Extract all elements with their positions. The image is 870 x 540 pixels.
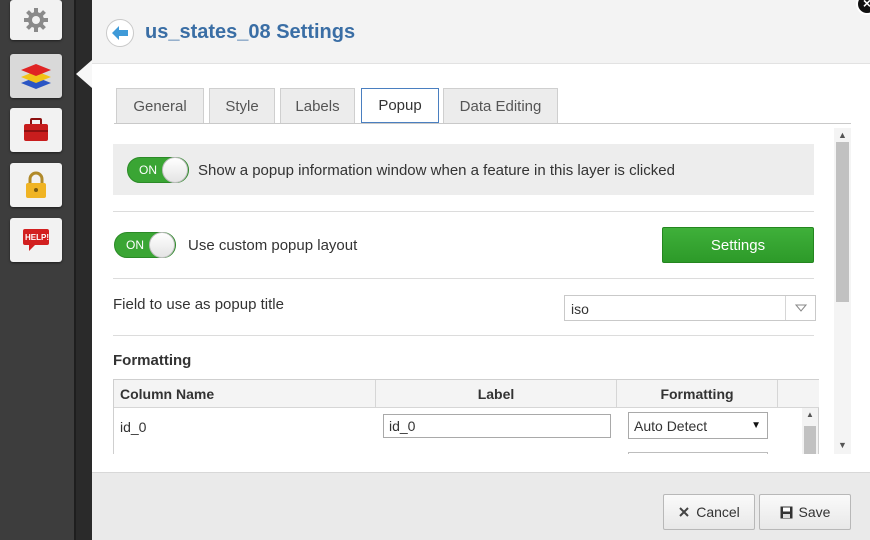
save-label: Save [798,504,831,520]
popup-settings-panel: ON Show a popup information window when … [113,128,833,454]
scroll-down-icon[interactable]: ▼ [838,440,847,450]
tab-style[interactable]: Style [209,88,275,124]
gear-icon [24,8,48,32]
save-button[interactable]: Save [759,494,851,530]
lock-icon [26,171,46,198]
cancel-label: Cancel [696,504,740,520]
row-label-input[interactable]: id_0 [383,414,611,438]
row-column-name: id_0 [120,419,147,435]
left-toolbar: HELP! [0,0,76,540]
layers-icon [21,64,51,89]
layers-tool-button[interactable] [10,54,62,98]
help-label: HELP! [25,233,49,242]
column-header-label: Label [376,380,617,408]
scroll-up-icon[interactable]: ▲ [806,410,814,419]
toolbox-icon [24,118,48,141]
back-button[interactable] [106,19,134,47]
scroll-up-icon[interactable]: ▲ [838,130,847,140]
show-popup-toggle[interactable]: ON [127,157,189,183]
help-tool-button[interactable]: HELP! [10,218,62,262]
panel-scrollbar[interactable]: ▲ ▼ [834,128,851,454]
close-icon [679,507,689,517]
show-popup-label: Show a popup information window when a f… [198,162,675,179]
divider [113,278,814,279]
row-formatting-value: Auto Detect [634,418,708,434]
column-header-name: Column Name [114,380,376,408]
popup-title-field-label: Field to use as popup title [113,296,284,313]
tab-underline [114,123,851,124]
settings-tool-button[interactable] [10,0,62,40]
formatting-table: Column Name Label Formatting id_0 id_0 A… [113,379,819,454]
formatting-heading: Formatting [113,352,192,369]
dialog-footer: Cancel Save [92,472,870,540]
divider [113,335,814,336]
chevron-down-icon [785,296,815,320]
column-header-formatting: Formatting [617,380,778,408]
custom-layout-label: Use custom popup layout [188,237,358,254]
lock-tool-button[interactable] [10,163,62,207]
tab-popup[interactable]: Popup [361,88,439,123]
table-scrollbar[interactable]: ▲ [802,408,818,454]
toggle-knob [149,232,175,258]
toolbox-tool-button[interactable] [10,108,62,152]
back-arrow-icon [112,26,128,40]
popup-settings-button[interactable]: Settings [662,227,814,263]
table-scroll-thumb[interactable] [804,426,816,454]
toggle-knob [162,157,188,183]
next-row-select[interactable] [628,452,768,454]
toggle-on-label: ON [139,163,157,177]
row-formatting-select[interactable]: Auto Detect ▼ [628,412,768,439]
selected-value: iso [571,301,589,317]
tab-data-editing[interactable]: Data Editing [443,88,558,124]
popup-title-field-select[interactable]: iso [564,295,816,321]
tab-general[interactable]: General [116,88,204,124]
toggle-on-label: ON [126,238,144,252]
save-icon [780,506,793,518]
dialog-title: us_states_08 Settings [145,21,356,43]
custom-layout-toggle[interactable]: ON [114,232,176,258]
dialog-header: us_states_08 Settings [92,0,870,64]
active-panel-pointer [76,60,92,88]
panel-scroll-thumb[interactable] [836,142,849,302]
column-header-spacer [778,380,819,408]
tab-labels[interactable]: Labels [280,88,355,124]
cancel-button[interactable]: Cancel [663,494,755,530]
divider [113,211,814,212]
dropdown-arrow-icon: ▼ [751,420,761,431]
